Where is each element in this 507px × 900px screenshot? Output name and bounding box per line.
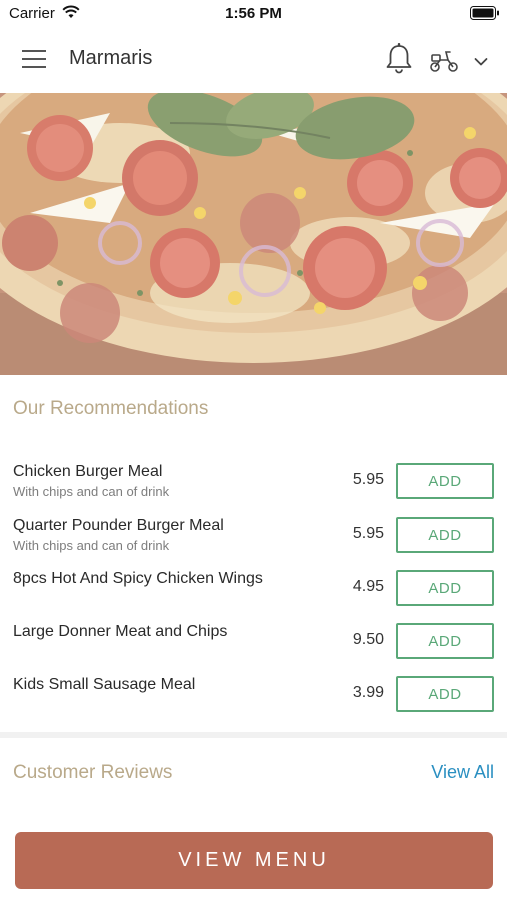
item-name: Large Donner Meat and Chips	[13, 623, 228, 640]
add-button[interactable]: ADD	[396, 517, 494, 553]
view-all-link[interactable]: View All	[431, 762, 494, 783]
bell-icon[interactable]	[384, 42, 414, 76]
item-description: With chips and can of drink	[13, 538, 170, 553]
add-button[interactable]: ADD	[396, 676, 494, 712]
add-button[interactable]: ADD	[396, 570, 494, 606]
item-name: 8pcs Hot And Spicy Chicken Wings	[13, 570, 263, 587]
item-description: With chips and can of drink	[13, 484, 170, 499]
page-title: Marmaris	[69, 47, 153, 69]
item-price: 5.95	[352, 471, 384, 488]
add-button[interactable]: ADD	[396, 623, 494, 659]
hamburger-menu-icon[interactable]	[22, 48, 48, 70]
chevron-down-icon	[474, 54, 488, 72]
item-price: 5.95	[352, 525, 384, 542]
delivery-mode-selector[interactable]	[428, 46, 494, 74]
app-header: Marmaris	[0, 26, 507, 93]
list-item: Quarter Pounder Burger Meal With chips a…	[0, 517, 507, 567]
item-price: 3.99	[352, 684, 384, 701]
list-item: Kids Small Sausage Meal 3.99 ADD	[0, 676, 507, 726]
recommendations-heading: Our Recommendations	[13, 398, 209, 419]
section-divider	[0, 732, 507, 738]
item-price: 9.50	[352, 631, 384, 648]
item-name: Kids Small Sausage Meal	[13, 676, 196, 693]
hero-pizza-image	[0, 93, 507, 375]
item-name: Chicken Burger Meal	[13, 463, 163, 480]
reviews-heading: Customer Reviews	[13, 762, 173, 783]
item-name: Quarter Pounder Burger Meal	[13, 517, 224, 534]
list-item: Chicken Burger Meal With chips and can o…	[0, 463, 507, 513]
battery-icon	[470, 6, 500, 25]
clock: 1:56 PM	[225, 5, 282, 22]
add-button[interactable]: ADD	[396, 463, 494, 499]
item-price: 4.95	[352, 578, 384, 595]
status-bar: Carrier 1:56 PM	[0, 0, 507, 26]
scooter-icon	[428, 46, 460, 79]
list-item: 8pcs Hot And Spicy Chicken Wings 4.95 AD…	[0, 570, 507, 620]
view-menu-button[interactable]: VIEW MENU	[15, 832, 493, 889]
list-item: Large Donner Meat and Chips 9.50 ADD	[0, 623, 507, 673]
